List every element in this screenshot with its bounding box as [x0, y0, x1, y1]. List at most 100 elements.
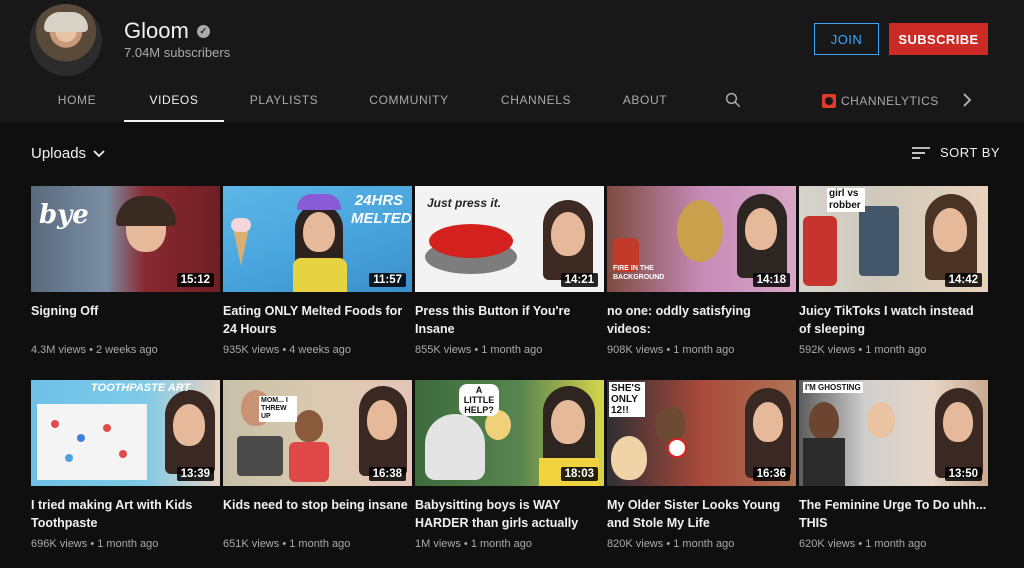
video-card: girl vs robber 14:42 Juicy TikToks I wat…	[799, 186, 988, 356]
video-thumbnail[interactable]: SHE'S ONLY 12!! 16:36	[607, 380, 796, 486]
thumbnail-text: 24HRS MELTED	[351, 192, 412, 227]
video-duration: 16:38	[368, 467, 406, 481]
thumbnail-text: MOM... I THREW UP	[259, 396, 297, 422]
tab-community[interactable]: COMMUNITY	[360, 80, 458, 122]
video-title[interactable]: Kids need to stop being insane	[223, 496, 412, 532]
video-age: 1 month ago	[481, 344, 543, 356]
video-title[interactable]: no one: oddly satisfying videos:	[607, 302, 796, 338]
video-card: I'M GHOSTING 13:50 The Feminine Urge To …	[799, 380, 988, 550]
video-age: 1 month ago	[470, 538, 532, 550]
thumbnail-text: SHE'S ONLY 12!!	[609, 382, 645, 417]
channel-header: Gloom ✓ 7.04M subscribers JOIN SUBSCRIBE…	[0, 0, 1024, 122]
video-meta: 1M views • 1 month ago	[415, 538, 532, 550]
video-views: 620K views	[799, 538, 856, 550]
video-title[interactable]: My Older Sister Looks Young and Stole My…	[607, 496, 796, 532]
thumbnail-text: bye	[39, 200, 89, 230]
thumbnail-text: girl vs robber	[827, 188, 865, 212]
thumbnail-text: Just press it.	[427, 196, 502, 210]
video-card: SHE'S ONLY 12!! 16:36 My Older Sister Lo…	[607, 380, 796, 550]
video-thumbnail[interactable]: girl vs robber 14:42	[799, 186, 988, 292]
video-meta: 908K views • 1 month ago	[607, 344, 735, 356]
video-title[interactable]: Eating ONLY Melted Foods for 24 Hours	[223, 302, 412, 338]
video-age: 1 month ago	[865, 344, 927, 356]
video-thumbnail[interactable]: bye 15:12	[31, 186, 220, 292]
video-thumbnail[interactable]: 24HRS MELTED 11:57	[223, 186, 412, 292]
video-title[interactable]: I tried making Art with Kids Toothpaste	[31, 496, 220, 532]
video-views: 820K views	[607, 538, 664, 550]
uploads-filter[interactable]: Uploads	[31, 145, 106, 162]
sort-by-button[interactable]: SORT BY	[912, 145, 1000, 160]
video-title[interactable]: The Feminine Urge To Do uhh... THIS	[799, 496, 988, 532]
channelytics-icon	[822, 94, 836, 108]
video-card: FIRE IN THE BACKGROUND 14:18 no one: odd…	[607, 186, 796, 356]
video-views: 1M views	[415, 538, 461, 550]
video-title[interactable]: Babysitting boys is WAY HARDER than girl…	[415, 496, 604, 532]
tab-videos[interactable]: VIDEOS	[124, 80, 224, 122]
video-views: 696K views	[31, 538, 88, 550]
video-views: 908K views	[607, 344, 664, 356]
channel-avatar[interactable]	[30, 4, 102, 76]
video-card: Just press it. 14:21 Press this Button i…	[415, 186, 604, 356]
video-title[interactable]: Juicy TikToks I watch instead of sleepin…	[799, 302, 988, 338]
video-age: 1 month ago	[673, 538, 735, 550]
sort-label: SORT BY	[940, 145, 1001, 160]
video-duration: 13:39	[176, 467, 214, 481]
video-duration: 13:50	[944, 467, 982, 481]
video-card: 24HRS MELTED 11:57 Eating ONLY Melted Fo…	[223, 186, 412, 356]
video-duration: 11:57	[369, 273, 406, 287]
video-views: 651K views	[223, 538, 280, 550]
video-thumbnail[interactable]: Just press it. 14:21	[415, 186, 604, 292]
video-thumbnail[interactable]: I'M GHOSTING 13:50	[799, 380, 988, 486]
video-meta: 935K views • 4 weeks ago	[223, 344, 351, 356]
thumbnail-text: I'M GHOSTING	[803, 382, 863, 393]
video-title[interactable]: Signing Off	[31, 302, 220, 338]
subscribe-button[interactable]: SUBSCRIBE	[889, 23, 988, 55]
video-views: 592K views	[799, 344, 856, 356]
video-meta: 620K views • 1 month ago	[799, 538, 927, 550]
tab-about[interactable]: ABOUT	[612, 80, 678, 122]
video-thumbnail[interactable]: FIRE IN THE BACKGROUND 14:18	[607, 186, 796, 292]
channel-tabs: HOME VIDEOS PLAYLISTS COMMUNITY CHANNELS…	[0, 80, 1024, 122]
video-meta: 855K views • 1 month ago	[415, 344, 543, 356]
tab-channels[interactable]: CHANNELS	[490, 80, 582, 122]
video-views: 935K views	[223, 344, 280, 356]
video-duration: 18:03	[560, 467, 598, 481]
video-age: 1 month ago	[289, 538, 351, 550]
video-duration: 14:21	[560, 273, 598, 287]
video-meta: 592K views • 1 month ago	[799, 344, 927, 356]
video-duration: 15:12	[176, 273, 214, 287]
video-views: 855K views	[415, 344, 472, 356]
channelytics-tab[interactable]: CHANNELYTICS	[822, 80, 939, 122]
video-age: 1 month ago	[865, 538, 927, 550]
chevron-down-icon	[93, 149, 105, 157]
video-duration: 16:36	[752, 467, 790, 481]
video-age: 1 month ago	[97, 538, 159, 550]
join-button[interactable]: JOIN	[814, 23, 879, 55]
video-card: MOM... I THREW UP 16:38 Kids need to sto…	[223, 380, 412, 550]
video-meta: 651K views • 1 month ago	[223, 538, 351, 550]
video-age: 1 month ago	[673, 344, 735, 356]
video-age: 4 weeks ago	[289, 344, 351, 356]
chevron-right-icon[interactable]	[960, 92, 974, 108]
subscriber-count: 7.04M subscribers	[124, 45, 231, 60]
channel-name[interactable]: Gloom	[124, 18, 189, 44]
verified-badge-icon: ✓	[196, 24, 210, 38]
sort-icon	[912, 146, 930, 159]
channel-name-row: Gloom ✓	[124, 18, 210, 44]
video-duration: 14:18	[752, 273, 790, 287]
video-meta: 820K views • 1 month ago	[607, 538, 735, 550]
video-title[interactable]: Press this Button if You're Insane	[415, 302, 604, 338]
video-age: 2 weeks ago	[96, 344, 158, 356]
video-meta: 4.3M views • 2 weeks ago	[31, 344, 158, 356]
video-card: bye 15:12 Signing Off 4.3M views • 2 wee…	[31, 186, 220, 356]
search-icon[interactable]	[724, 91, 742, 109]
tab-playlists[interactable]: PLAYLISTS	[236, 80, 332, 122]
tab-home[interactable]: HOME	[40, 80, 114, 122]
thumbnail-text: TOOTHPASTE ART	[91, 382, 191, 394]
video-duration: 14:42	[944, 273, 982, 287]
video-thumbnail[interactable]: MOM... I THREW UP 16:38	[223, 380, 412, 486]
thumbnail-text: A LITTLE HELP?	[459, 384, 499, 416]
video-thumbnail[interactable]: TOOTHPASTE ART 13:39	[31, 380, 220, 486]
video-card: A LITTLE HELP? 18:03 Babysitting boys is…	[415, 380, 604, 550]
video-thumbnail[interactable]: A LITTLE HELP? 18:03	[415, 380, 604, 486]
